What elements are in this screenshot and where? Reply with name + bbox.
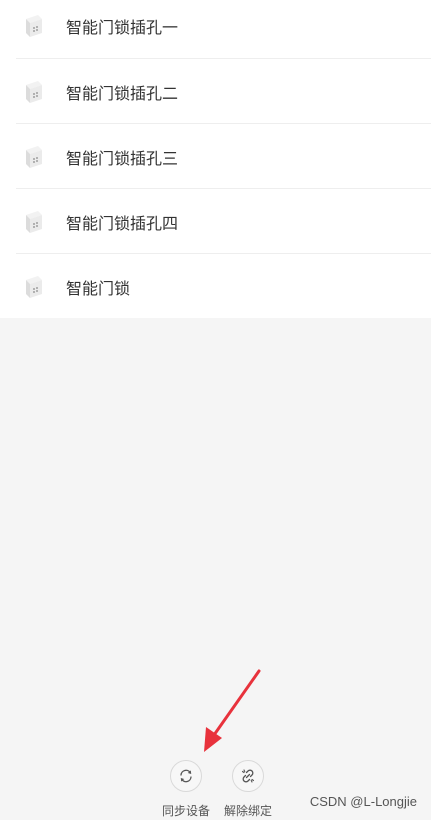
device-row[interactable]: 智能门锁 [0,254,431,319]
sync-icon [180,769,192,783]
device-name: 智能门锁 [66,278,131,298]
device-list: 智能门锁插孔一 智能门锁插孔二 智能门锁插孔三 智能门锁插孔四 智能门锁 [0,0,431,318]
device-name: 智能门锁插孔三 [66,148,179,168]
device-name: 智能门锁插孔一 [66,17,179,37]
smart-socket-icon [26,14,42,37]
sync-button-circle[interactable] [170,760,202,792]
unbind-label: 解除绑定 [223,804,272,818]
smart-socket-icon [26,210,42,233]
sync-devices-label: 同步设备 [161,804,210,818]
device-name: 智能门锁插孔二 [66,83,179,103]
watermark: CSDN @L-Longjie [309,794,417,809]
device-row[interactable]: 智能门锁插孔一 [0,0,431,58]
smart-socket-icon [26,145,42,168]
unlink-icon [241,769,255,783]
smart-socket-icon [26,80,42,103]
unbind-button-circle[interactable] [232,760,264,792]
unbind-button[interactable]: 解除绑定 [218,760,278,819]
device-row[interactable]: 智能门锁插孔二 [0,59,431,124]
smart-socket-icon [26,275,42,298]
device-name: 智能门锁插孔四 [66,213,179,233]
device-row[interactable]: 智能门锁插孔三 [0,124,431,189]
device-row[interactable]: 智能门锁插孔四 [0,189,431,254]
sync-devices-button[interactable]: 同步设备 [156,760,216,819]
